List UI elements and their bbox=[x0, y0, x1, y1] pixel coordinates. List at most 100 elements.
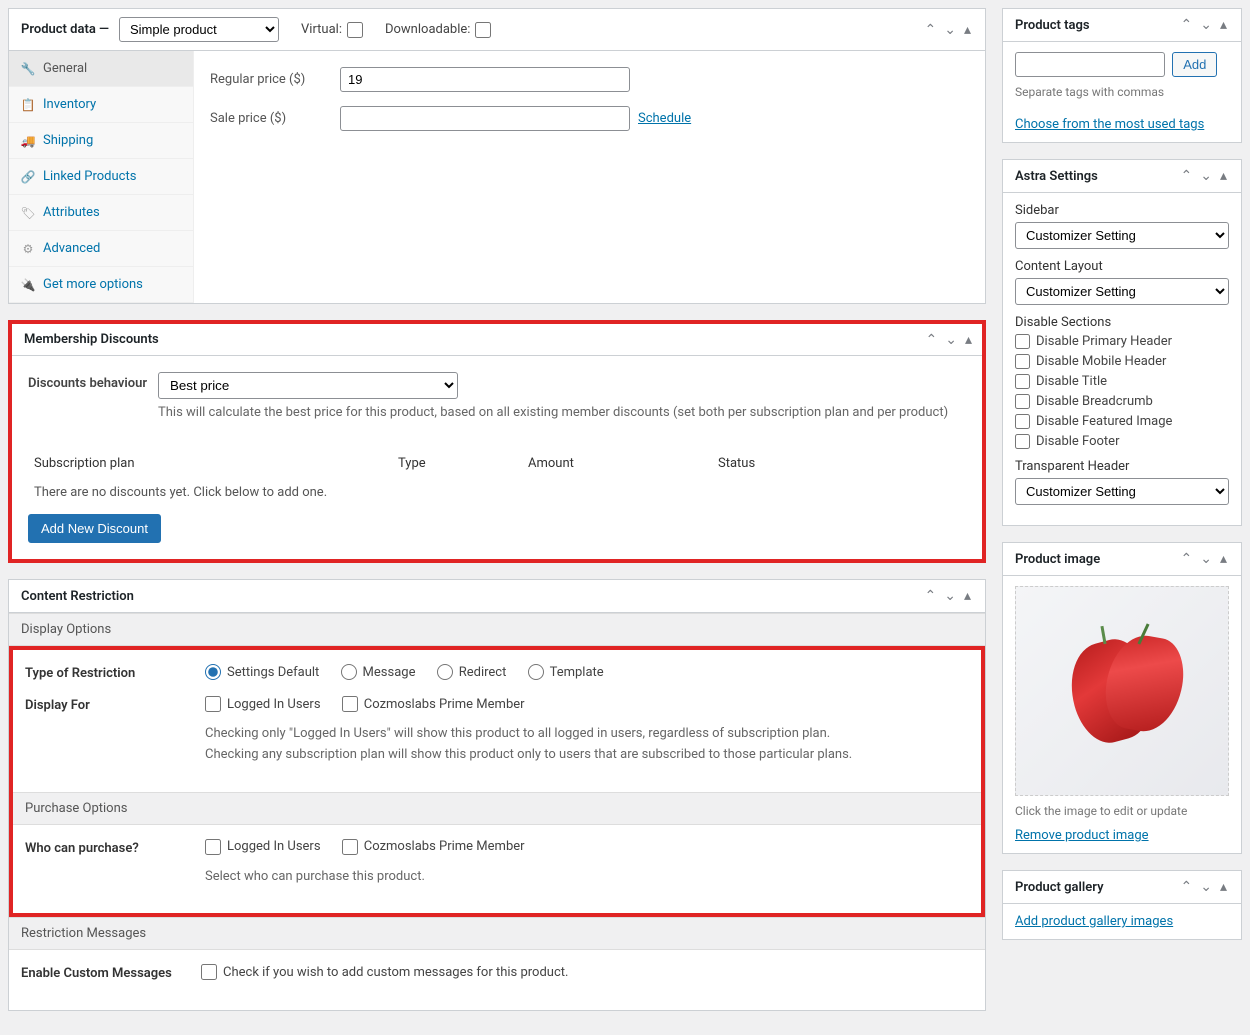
tab-inventory[interactable]: 📋Inventory bbox=[9, 87, 193, 123]
tab-get-more[interactable]: 🔌Get more options bbox=[9, 267, 193, 303]
membership-header: Membership Discounts ⌃ ⌄ ▴ bbox=[12, 324, 982, 356]
restriction-default-radio[interactable] bbox=[205, 664, 221, 680]
restriction-default-option[interactable]: Settings Default bbox=[205, 664, 319, 680]
col-status: Status bbox=[718, 456, 966, 471]
regular-price-input[interactable] bbox=[340, 67, 630, 92]
panel-up-icon[interactable]: ⌃ bbox=[1179, 168, 1195, 184]
panel-toggle-icon[interactable]: ▴ bbox=[1218, 168, 1229, 184]
discounts-table-header: Subscription plan Type Amount Status bbox=[28, 448, 966, 479]
gear-icon: ⚙ bbox=[21, 242, 35, 256]
panel-down-icon[interactable]: ⌄ bbox=[1198, 879, 1214, 895]
disable-sections-label: Disable Sections bbox=[1015, 315, 1229, 330]
product-data-panel: Product data — Simple product Virtual: D… bbox=[8, 8, 986, 304]
panel-up-icon[interactable]: ⌃ bbox=[924, 332, 940, 348]
display-cozmos-checkbox[interactable] bbox=[342, 696, 358, 712]
regular-price-label: Regular price ($) bbox=[210, 72, 340, 87]
astra-settings-panel: Astra Settings ⌃ ⌄ ▴ Sidebar Customizer … bbox=[1002, 159, 1242, 526]
panel-down-icon[interactable]: ⌄ bbox=[942, 22, 958, 38]
panel-toggle-icon[interactable]: ▴ bbox=[962, 588, 973, 604]
product-data-title: Product data — bbox=[21, 22, 109, 37]
schedule-link[interactable]: Schedule bbox=[638, 111, 691, 126]
tab-general[interactable]: 🔧General bbox=[9, 51, 193, 87]
product-image-panel: Product image ⌃ ⌄ ▴ Click the image to bbox=[1002, 542, 1242, 854]
panel-toggle-icon[interactable]: ▴ bbox=[1218, 551, 1229, 567]
content-restriction-header: Content Restriction ⌃ ⌄ ▴ bbox=[9, 580, 985, 613]
purchase-cozmos-checkbox[interactable] bbox=[342, 839, 358, 855]
tags-input[interactable] bbox=[1015, 52, 1165, 77]
restriction-template-radio[interactable] bbox=[528, 664, 544, 680]
content-restriction-panel: Content Restriction ⌃ ⌄ ▴ Display Option… bbox=[8, 579, 986, 1011]
sidebar-select[interactable]: Customizer Setting bbox=[1015, 222, 1229, 249]
display-for-label: Display For bbox=[25, 696, 205, 713]
panel-up-icon[interactable]: ⌃ bbox=[1179, 551, 1195, 567]
tab-attributes[interactable]: 🏷Attributes bbox=[9, 195, 193, 231]
restriction-template-option[interactable]: Template bbox=[528, 664, 604, 680]
discounts-behaviour-label: Discounts behaviour bbox=[28, 372, 158, 440]
who-can-purchase-label: Who can purchase? bbox=[25, 839, 205, 856]
link-icon: 🔗 bbox=[21, 170, 35, 184]
panel-down-icon[interactable]: ⌄ bbox=[1198, 551, 1214, 567]
sale-price-input[interactable] bbox=[340, 106, 630, 131]
disable-mobile-header-checkbox[interactable] bbox=[1015, 354, 1030, 369]
panel-toggle-icon[interactable]: ▴ bbox=[1218, 17, 1229, 33]
add-tag-button[interactable]: Add bbox=[1172, 52, 1217, 77]
wrench-icon: 🔧 bbox=[21, 62, 35, 76]
col-subscription-plan: Subscription plan bbox=[28, 456, 398, 471]
tag-icon: 🏷 bbox=[21, 206, 35, 220]
downloadable-label: Downloadable: bbox=[385, 22, 470, 37]
panel-up-icon[interactable]: ⌃ bbox=[923, 22, 939, 38]
discounts-behaviour-desc: This will calculate the best price for t… bbox=[158, 405, 966, 420]
restriction-message-radio[interactable] bbox=[341, 664, 357, 680]
product-image-thumbnail[interactable] bbox=[1015, 586, 1229, 796]
display-help-1: Checking only "Logged In Users" will sho… bbox=[205, 726, 830, 741]
disable-breadcrumb-checkbox[interactable] bbox=[1015, 394, 1030, 409]
remove-product-image-link[interactable]: Remove product image bbox=[1015, 828, 1149, 843]
custom-messages-checkbox[interactable] bbox=[201, 964, 217, 980]
panel-up-icon[interactable]: ⌃ bbox=[1179, 17, 1195, 33]
tab-shipping[interactable]: 🚚Shipping bbox=[9, 123, 193, 159]
panel-toggle-icon[interactable]: ▴ bbox=[962, 22, 973, 38]
panel-down-icon[interactable]: ⌄ bbox=[942, 588, 958, 604]
membership-discounts-panel: Membership Discounts ⌃ ⌄ ▴ Discounts beh… bbox=[8, 320, 986, 563]
content-layout-select[interactable]: Customizer Setting bbox=[1015, 278, 1229, 305]
purchase-cozmos-option[interactable]: Cozmoslabs Prime Member bbox=[342, 839, 525, 855]
discounts-behaviour-select[interactable]: Best price bbox=[158, 372, 458, 399]
panel-toggle-icon[interactable]: ▴ bbox=[963, 332, 974, 348]
panel-down-icon[interactable]: ⌄ bbox=[1198, 17, 1214, 33]
custom-messages-option[interactable]: Check if you wish to add custom messages… bbox=[201, 964, 568, 980]
restriction-redirect-radio[interactable] bbox=[437, 664, 453, 680]
tab-advanced[interactable]: ⚙Advanced bbox=[9, 231, 193, 267]
purchase-logged-option[interactable]: Logged In Users bbox=[205, 839, 321, 855]
discounts-empty-text: There are no discounts yet. Click below … bbox=[28, 479, 966, 506]
display-logged-checkbox[interactable] bbox=[205, 696, 221, 712]
restriction-message-option[interactable]: Message bbox=[341, 664, 416, 680]
product-type-select[interactable]: Simple product bbox=[119, 17, 279, 42]
panel-up-icon[interactable]: ⌃ bbox=[1179, 879, 1195, 895]
purchase-logged-checkbox[interactable] bbox=[205, 839, 221, 855]
panel-toggle-icon[interactable]: ▴ bbox=[1218, 879, 1229, 895]
panel-down-icon[interactable]: ⌄ bbox=[943, 332, 959, 348]
restriction-redirect-option[interactable]: Redirect bbox=[437, 664, 507, 680]
transparent-header-select[interactable]: Customizer Setting bbox=[1015, 478, 1229, 505]
purchase-options-header: Purchase Options bbox=[13, 792, 981, 825]
downloadable-checkbox[interactable] bbox=[475, 22, 491, 38]
display-help-2: Checking any subscription plan will show… bbox=[205, 747, 852, 762]
panel-up-icon[interactable]: ⌃ bbox=[923, 588, 939, 604]
display-cozmos-option[interactable]: Cozmoslabs Prime Member bbox=[342, 696, 525, 712]
sale-price-label: Sale price ($) bbox=[210, 111, 340, 126]
disable-primary-header-checkbox[interactable] bbox=[1015, 334, 1030, 349]
type-of-restriction-label: Type of Restriction bbox=[25, 664, 205, 681]
product-tags-title: Product tags bbox=[1015, 18, 1090, 33]
disable-footer-checkbox[interactable] bbox=[1015, 434, 1030, 449]
panel-down-icon[interactable]: ⌄ bbox=[1198, 168, 1214, 184]
tab-linked-products[interactable]: 🔗Linked Products bbox=[9, 159, 193, 195]
virtual-checkbox[interactable] bbox=[347, 22, 363, 38]
choose-tags-link[interactable]: Choose from the most used tags bbox=[1015, 117, 1204, 132]
add-gallery-images-link[interactable]: Add product gallery images bbox=[1015, 914, 1173, 929]
product-gallery-title: Product gallery bbox=[1015, 880, 1104, 895]
custom-messages-label: Enable Custom Messages bbox=[21, 964, 201, 981]
disable-title-checkbox[interactable] bbox=[1015, 374, 1030, 389]
disable-featured-checkbox[interactable] bbox=[1015, 414, 1030, 429]
add-new-discount-button[interactable]: Add New Discount bbox=[28, 514, 161, 543]
display-logged-option[interactable]: Logged In Users bbox=[205, 696, 321, 712]
